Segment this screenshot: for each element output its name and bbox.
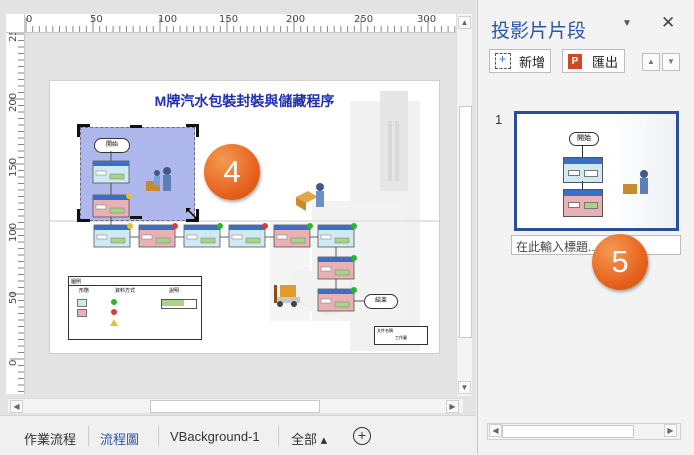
new-icon: +	[495, 52, 511, 69]
step-badge-5: 5	[592, 234, 648, 290]
ruler-tick-label: 50	[8, 291, 19, 304]
horizontal-scroll-thumb[interactable]	[150, 400, 320, 413]
legend-col-desc: 說明	[169, 288, 180, 294]
start-terminator[interactable]: 開始	[94, 138, 130, 153]
tab-process[interactable]: 作業流程	[24, 429, 76, 448]
packing-worker-icon	[294, 181, 328, 215]
ruler-corner	[6, 14, 25, 33]
export-icon: P	[568, 53, 582, 69]
pane-scroll-right-icon[interactable]: ▶	[664, 424, 677, 437]
scroll-down-icon[interactable]: ▼	[458, 381, 471, 394]
ruler-tick-label: 250	[354, 14, 374, 25]
thumb-process-node	[563, 189, 603, 217]
thumb-workers-icon	[621, 166, 655, 200]
scroll-right-icon[interactable]: ▶	[446, 400, 459, 413]
ruler-tick-label: 100	[8, 222, 19, 242]
selection-handle[interactable]	[130, 216, 142, 219]
forklift-icon	[272, 279, 306, 309]
page-tab-bar: 作業流程 流程圖 VBackground-1 全部 ▴ +	[0, 415, 476, 455]
scroll-up-icon[interactable]: ▲	[458, 16, 471, 29]
diagram-title: M牌汽水包裝封裝與儲藏程序	[154, 93, 335, 109]
ruler-tick-label: 200	[8, 92, 19, 112]
horizontal-scrollbar[interactable]: ◀ ▶	[8, 398, 463, 413]
ruler-tick-label: 0	[26, 14, 33, 25]
ruler-tick-label: 0	[8, 359, 19, 366]
scroll-left-icon[interactable]: ◀	[10, 400, 23, 413]
step-badge-4: 4	[204, 144, 260, 200]
new-button[interactable]: + 新增	[489, 49, 551, 73]
selection-handle[interactable]	[186, 124, 199, 137]
ruler-tick-label: 50	[90, 14, 103, 25]
dropdown-icon[interactable]: ▼	[622, 18, 632, 29]
ruler-tick-label: 200	[286, 14, 306, 25]
ruler-tick-label: 100	[158, 14, 178, 25]
export-button[interactable]: P 匯出	[562, 49, 625, 73]
selection-handle[interactable]	[77, 124, 90, 137]
slide-thumbnail[interactable]: 開始	[514, 111, 679, 231]
tab-flowchart[interactable]: 流程圖	[100, 429, 139, 448]
ruler-tick-label: 150	[8, 157, 19, 177]
ruler-tick-label: 150	[219, 14, 239, 25]
tab-all[interactable]: 全部 ▴	[291, 429, 327, 448]
drawing-page[interactable]: M牌汽水包裝封裝與儲藏程序 開始 結束 圖例 形態 資料方式 說明 文件名稱 工…	[49, 80, 440, 354]
vertical-scrollbar[interactable]: ▲ ▼	[456, 14, 472, 396]
ruler-tick-label: 300	[417, 14, 437, 25]
info-box-value: 工作圖	[395, 335, 407, 340]
thumb-start-terminator: 開始	[569, 132, 599, 146]
vertical-ruler: 250 200 150 100 50 0	[6, 23, 25, 394]
horizontal-ruler: 0 50 100 150 200 250 300	[24, 14, 460, 33]
legend-box[interactable]: 圖例 形態 資料方式 說明	[68, 276, 202, 340]
pane-horizontal-scrollbar[interactable]: ◀ ▶	[487, 423, 681, 440]
pane-scroll-left-icon[interactable]: ◀	[489, 424, 502, 437]
resize-cursor-icon	[186, 207, 198, 220]
slide-number: 1	[495, 112, 503, 127]
down-arrow-icon[interactable]: ▼	[662, 53, 680, 71]
end-terminator[interactable]: 結束	[364, 294, 398, 309]
workers-icon	[144, 163, 178, 197]
tab-vbackground[interactable]: VBackground-1	[170, 429, 260, 444]
legend-col-shape: 形態	[79, 288, 90, 294]
add-tab-icon[interactable]: +	[353, 427, 371, 445]
close-icon[interactable]: ✕	[661, 13, 675, 33]
up-arrow-icon[interactable]: ▲	[642, 53, 660, 71]
export-button-label: 匯出	[592, 54, 619, 70]
thumb-process-node	[563, 157, 603, 183]
info-box[interactable]: 文件名稱 工作圖	[374, 326, 428, 345]
pane-title: 投影片片段	[491, 21, 587, 42]
vertical-scroll-thumb[interactable]	[459, 106, 472, 338]
new-button-label: 新增	[519, 54, 546, 70]
selection-handle[interactable]	[130, 125, 142, 128]
selection-handle[interactable]	[77, 209, 90, 222]
legend-col-data: 資料方式	[115, 288, 136, 294]
legend-title: 圖例	[71, 279, 82, 285]
pane-scroll-thumb[interactable]	[502, 425, 634, 438]
info-box-label: 文件名稱	[377, 328, 393, 333]
